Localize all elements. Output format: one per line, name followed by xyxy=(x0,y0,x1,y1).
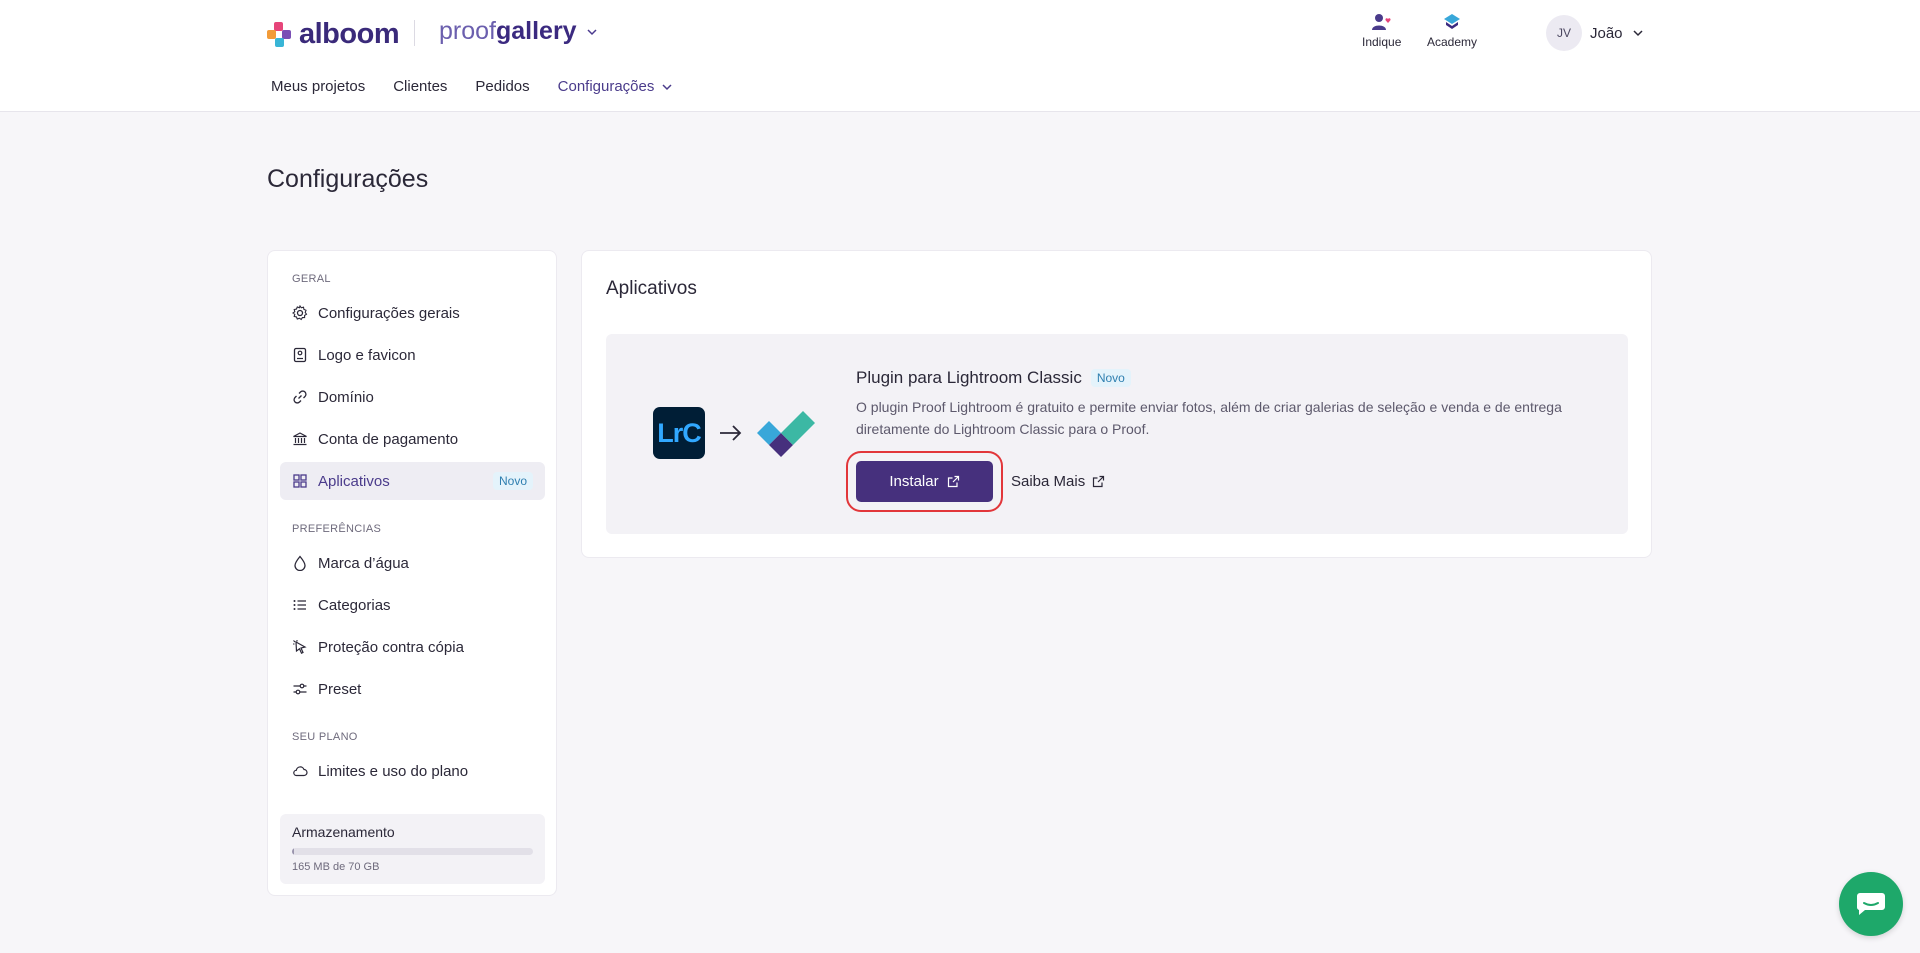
section-title-seu-plano: SEU PLANO xyxy=(292,731,358,743)
new-badge: Novo xyxy=(1090,369,1131,387)
sidebar-item-label: Proteção contra cópia xyxy=(318,638,464,656)
sidebar-item-configuracoes-gerais[interactable]: Configurações gerais xyxy=(280,294,545,332)
storage-title: Armazenamento xyxy=(292,824,395,840)
storage-usage-text: 165 MB de 70 GB xyxy=(292,861,380,873)
external-link-icon xyxy=(947,475,959,488)
sidebar-item-label: Categorias xyxy=(318,596,391,614)
sidebar-item-conta-pagamento[interactable]: Conta de pagamento xyxy=(280,420,545,458)
avatar: JV xyxy=(1546,15,1582,51)
saiba-mais-label: Saiba Mais xyxy=(1011,473,1086,490)
saiba-mais-link[interactable]: Saiba Mais xyxy=(1011,473,1105,490)
bank-icon xyxy=(292,431,308,447)
sidebar-item-logo-favicon[interactable]: Logo e favicon xyxy=(280,336,545,374)
nav-pedidos[interactable]: Pedidos xyxy=(475,78,529,95)
header-divider xyxy=(414,20,415,46)
chevron-down-icon xyxy=(1633,30,1643,37)
app-name-row: Plugin para Lightroom Classic Novo xyxy=(856,368,1576,388)
sidebar-item-label: Conta de pagamento xyxy=(318,430,459,448)
sidebar-item-preset[interactable]: Preset xyxy=(280,670,545,708)
section-title-geral: GERAL xyxy=(292,273,331,285)
apps-card: Aplicativos LrC Plugin para Lightroom Cl… xyxy=(581,250,1652,558)
main-nav: Meus projetos Clientes Pedidos Configura… xyxy=(271,78,674,95)
user-name: João xyxy=(1590,24,1623,42)
nav-clientes[interactable]: Clientes xyxy=(393,78,447,95)
storage-progress-bar xyxy=(292,848,533,855)
sidebar-item-label: Logo e favicon xyxy=(318,346,416,364)
user-menu[interactable]: JV João xyxy=(1546,15,1645,51)
install-button[interactable]: Instalar xyxy=(846,451,1003,512)
list-icon xyxy=(292,597,308,613)
sidebar-item-dominio[interactable]: Domínio xyxy=(280,378,545,416)
alboom-logo-icon xyxy=(267,21,291,47)
sidebar-item-label: Marca d’água xyxy=(318,554,409,572)
sidebar-item-label: Configurações gerais xyxy=(318,304,460,322)
chat-icon xyxy=(1856,893,1885,915)
academy-button[interactable]: Academy xyxy=(1427,13,1477,49)
gear-icon xyxy=(292,305,308,321)
sidebar-item-label: Aplicativos xyxy=(318,472,390,490)
link-icon xyxy=(292,389,308,405)
sidebar-item-marca-dagua[interactable]: Marca d’água xyxy=(280,544,545,582)
nav-configuracoes[interactable]: Configurações xyxy=(558,78,675,95)
sidebar-item-aplicativos[interactable]: Aplicativos Novo xyxy=(280,462,545,500)
sliders-icon xyxy=(292,681,308,697)
lightroom-plugin-panel: LrC Plugin para Lightroom Classic Novo O… xyxy=(606,334,1628,534)
app-illustration: LrC xyxy=(653,407,815,459)
sidebar-item-label: Domínio xyxy=(318,388,374,406)
sidebar-item-label: Limites e uso do plano xyxy=(318,762,469,780)
nav-configuracoes-label: Configurações xyxy=(557,78,655,95)
academy-icon xyxy=(1444,14,1461,29)
refer-friend-icon xyxy=(1371,14,1391,30)
grid-icon xyxy=(292,473,308,489)
sidebar-item-label: Preset xyxy=(318,680,362,698)
chat-button[interactable] xyxy=(1839,872,1903,936)
droplet-icon xyxy=(292,555,308,571)
storage-widget: Armazenamento 165 MB de 70 GB xyxy=(280,814,545,884)
external-link-icon xyxy=(1093,475,1105,488)
app-name: Plugin para Lightroom Classic xyxy=(856,368,1082,387)
academy-label: Academy xyxy=(1427,35,1478,49)
chevron-down-icon xyxy=(587,28,597,35)
sidebar-item-protecao-copia[interactable]: Proteção contra cópia xyxy=(280,628,545,666)
product-name: proofgallery xyxy=(439,17,577,46)
product-name-light: proof xyxy=(439,17,496,45)
alboom-logo[interactable]: alboom xyxy=(267,18,400,51)
logo-text: alboom xyxy=(299,18,400,50)
cloud-icon xyxy=(292,763,308,779)
nav-meus-projetos[interactable]: Meus projetos xyxy=(271,78,365,95)
section-title-preferencias: PREFERÊNCIAS xyxy=(292,523,382,535)
top-header: alboom proofgallery Meus projetos Client… xyxy=(0,0,1920,112)
chevron-down-icon xyxy=(662,83,672,90)
indique-button[interactable]: Indique xyxy=(1362,13,1401,49)
app-actions: Instalar Saiba Mais xyxy=(846,451,1105,512)
app-info: Plugin para Lightroom Classic Novo O plu… xyxy=(856,368,1576,440)
page-title: Configurações xyxy=(267,165,429,193)
install-button-label: Instalar xyxy=(889,473,939,490)
image-frame-icon xyxy=(292,347,308,363)
product-switcher[interactable]: proofgallery xyxy=(439,17,599,46)
cursor-icon xyxy=(292,639,308,655)
settings-sidebar: GERAL Configurações gerais Logo e favico… xyxy=(267,250,557,896)
arrow-right-icon xyxy=(720,425,742,441)
app-description: O plugin Proof Lightroom é gratuito e pe… xyxy=(856,399,1562,437)
product-name-bold: gallery xyxy=(495,17,577,45)
lightroom-classic-icon: LrC xyxy=(653,407,705,459)
sidebar-item-categorias[interactable]: Categorias xyxy=(280,586,545,624)
sidebar-item-limites-plano[interactable]: Limites e uso do plano xyxy=(280,752,545,790)
card-title: Aplicativos xyxy=(606,278,697,299)
proofgallery-logo-icon xyxy=(757,411,815,457)
new-badge: Novo xyxy=(492,472,533,490)
storage-progress-fill xyxy=(292,848,295,855)
indique-label: Indique xyxy=(1362,35,1402,49)
